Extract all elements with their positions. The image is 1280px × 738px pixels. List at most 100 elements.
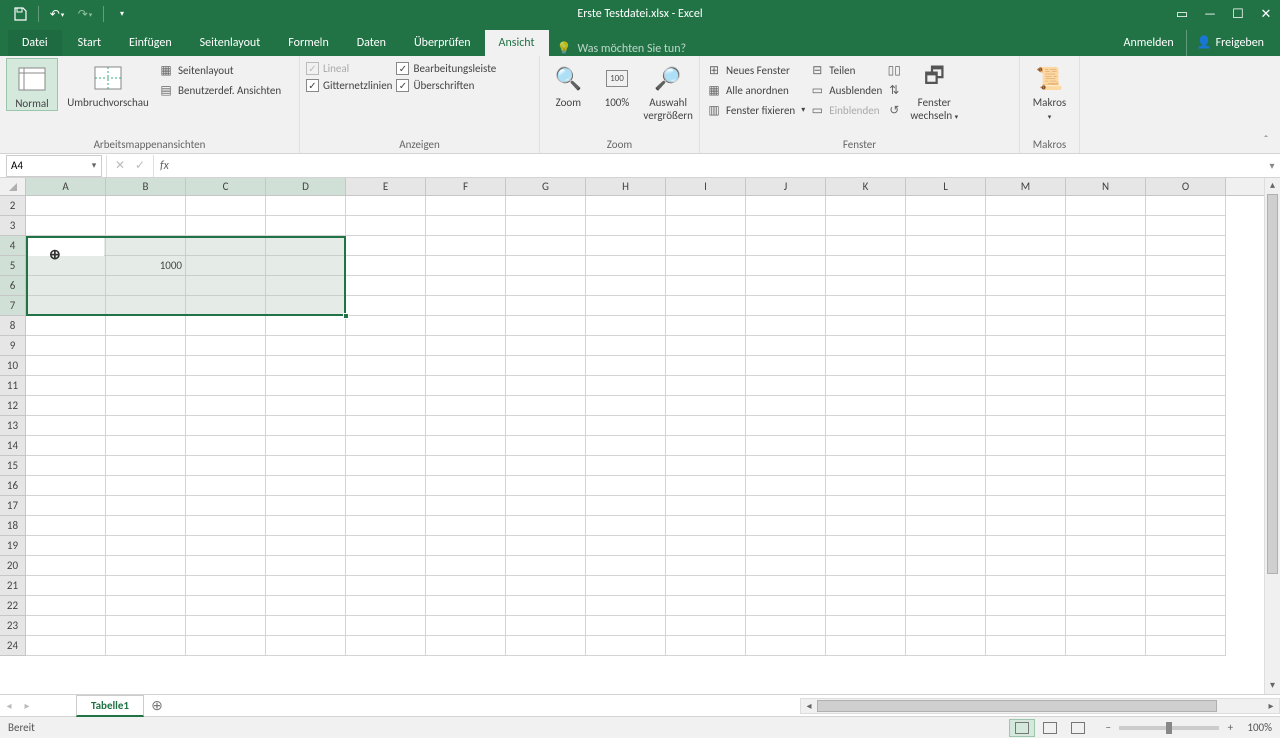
row-header-3[interactable]: 3: [0, 216, 26, 236]
cell-G2[interactable]: [506, 196, 586, 216]
ribbon-display-options[interactable]: ▭: [1168, 0, 1196, 28]
cell-J5[interactable]: [746, 256, 826, 276]
cell-I23[interactable]: [666, 616, 746, 636]
cell-N24[interactable]: [1066, 636, 1146, 656]
cell-C2[interactable]: [186, 196, 266, 216]
cell-G8[interactable]: [506, 316, 586, 336]
minimize-button[interactable]: —: [1196, 0, 1224, 28]
cell-M23[interactable]: [986, 616, 1066, 636]
cell-D3[interactable]: [266, 216, 346, 236]
cell-L14[interactable]: [906, 436, 986, 456]
cell-A19[interactable]: [26, 536, 106, 556]
cell-A8[interactable]: [26, 316, 106, 336]
cell-B2[interactable]: [106, 196, 186, 216]
cell-K12[interactable]: [826, 396, 906, 416]
cell-B19[interactable]: [106, 536, 186, 556]
maximize-button[interactable]: ☐: [1224, 0, 1252, 28]
cell-C12[interactable]: [186, 396, 266, 416]
tab-formeln[interactable]: Formeln: [274, 30, 342, 56]
select-all-corner[interactable]: [0, 178, 26, 195]
cell-M24[interactable]: [986, 636, 1066, 656]
cell-O3[interactable]: [1146, 216, 1226, 236]
cell-O15[interactable]: [1146, 456, 1226, 476]
vertical-scrollbar[interactable]: ▴ ▾: [1264, 178, 1280, 694]
cell-C4[interactable]: [186, 236, 266, 256]
cell-I15[interactable]: [666, 456, 746, 476]
col-header-A[interactable]: A: [26, 178, 106, 195]
cell-H5[interactable]: [586, 256, 666, 276]
cell-J9[interactable]: [746, 336, 826, 356]
cell-M16[interactable]: [986, 476, 1066, 496]
cell-B14[interactable]: [106, 436, 186, 456]
cell-H7[interactable]: [586, 296, 666, 316]
custom-views-button[interactable]: ▤Benutzerdef. Ansichten: [158, 82, 281, 98]
cell-N8[interactable]: [1066, 316, 1146, 336]
cell-F22[interactable]: [426, 596, 506, 616]
cell-J8[interactable]: [746, 316, 826, 336]
cell-A3[interactable]: [26, 216, 106, 236]
cell-F2[interactable]: [426, 196, 506, 216]
cell-C10[interactable]: [186, 356, 266, 376]
row-header-8[interactable]: 8: [0, 316, 26, 336]
row-header-13[interactable]: 13: [0, 416, 26, 436]
cell-C18[interactable]: [186, 516, 266, 536]
cell-G5[interactable]: [506, 256, 586, 276]
cell-K13[interactable]: [826, 416, 906, 436]
cell-L17[interactable]: [906, 496, 986, 516]
cell-B4[interactable]: [106, 236, 186, 256]
cell-I5[interactable]: [666, 256, 746, 276]
cell-L11[interactable]: [906, 376, 986, 396]
cell-C11[interactable]: [186, 376, 266, 396]
cell-F5[interactable]: [426, 256, 506, 276]
cell-N15[interactable]: [1066, 456, 1146, 476]
cell-F23[interactable]: [426, 616, 506, 636]
add-sheet-button[interactable]: ⊕: [144, 697, 170, 714]
sheet-nav-prev[interactable]: ◂: [0, 699, 18, 712]
cell-D15[interactable]: [266, 456, 346, 476]
cell-C14[interactable]: [186, 436, 266, 456]
cell-H14[interactable]: [586, 436, 666, 456]
cell-O14[interactable]: [1146, 436, 1226, 456]
cell-L24[interactable]: [906, 636, 986, 656]
cell-E13[interactable]: [346, 416, 426, 436]
cell-D24[interactable]: [266, 636, 346, 656]
cell-K17[interactable]: [826, 496, 906, 516]
cell-J16[interactable]: [746, 476, 826, 496]
cell-N9[interactable]: [1066, 336, 1146, 356]
cell-L18[interactable]: [906, 516, 986, 536]
cell-L4[interactable]: [906, 236, 986, 256]
cell-H19[interactable]: [586, 536, 666, 556]
row-header-16[interactable]: 16: [0, 476, 26, 496]
cell-F10[interactable]: [426, 356, 506, 376]
cell-N16[interactable]: [1066, 476, 1146, 496]
cell-M19[interactable]: [986, 536, 1066, 556]
cell-O9[interactable]: [1146, 336, 1226, 356]
cell-H20[interactable]: [586, 556, 666, 576]
new-window-button[interactable]: ⊞Neues Fenster: [706, 62, 805, 78]
cell-N19[interactable]: [1066, 536, 1146, 556]
cell-H21[interactable]: [586, 576, 666, 596]
cell-K21[interactable]: [826, 576, 906, 596]
cell-L7[interactable]: [906, 296, 986, 316]
cell-K23[interactable]: [826, 616, 906, 636]
undo-button[interactable]: ↶▾: [45, 2, 69, 26]
cell-A7[interactable]: [26, 296, 106, 316]
headings-checkbox[interactable]: ✓Überschriften: [396, 79, 496, 92]
cell-D10[interactable]: [266, 356, 346, 376]
cell-G14[interactable]: [506, 436, 586, 456]
cell-M3[interactable]: [986, 216, 1066, 236]
page-break-preview-button[interactable]: Umbruchvorschau: [62, 58, 154, 109]
cell-O12[interactable]: [1146, 396, 1226, 416]
col-header-E[interactable]: E: [346, 178, 426, 195]
cell-F3[interactable]: [426, 216, 506, 236]
cell-F17[interactable]: [426, 496, 506, 516]
cell-A4[interactable]: [26, 236, 106, 256]
cell-E19[interactable]: [346, 536, 426, 556]
cell-K8[interactable]: [826, 316, 906, 336]
cell-I18[interactable]: [666, 516, 746, 536]
zoom-button[interactable]: 🔍 Zoom: [546, 58, 591, 109]
col-header-D[interactable]: D: [266, 178, 346, 195]
cell-D20[interactable]: [266, 556, 346, 576]
cell-J4[interactable]: [746, 236, 826, 256]
cell-B18[interactable]: [106, 516, 186, 536]
